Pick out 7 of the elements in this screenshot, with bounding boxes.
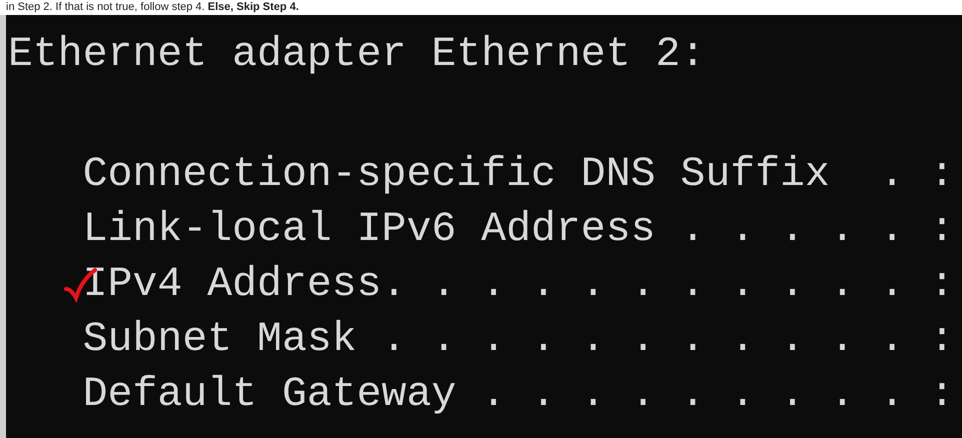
console-line: Link-local IPv6 Address . . . . . :	[82, 205, 954, 255]
console-line: IPv4 Address. . . . . . . . . . . :	[82, 260, 954, 310]
console-line: Connection-specific DNS Suffix . :	[82, 150, 954, 200]
console-line: Default Gateway . . . . . . . . . :	[82, 370, 954, 420]
console-line: Subnet Mask . . . . . . . . . . . :	[82, 315, 954, 365]
console-heading: Ethernet adapter Ethernet 2:	[8, 30, 706, 80]
instruction-text: in Step 2. If that is not true, follow step 4. Else, Skip Step 4.	[5, 0, 300, 15]
